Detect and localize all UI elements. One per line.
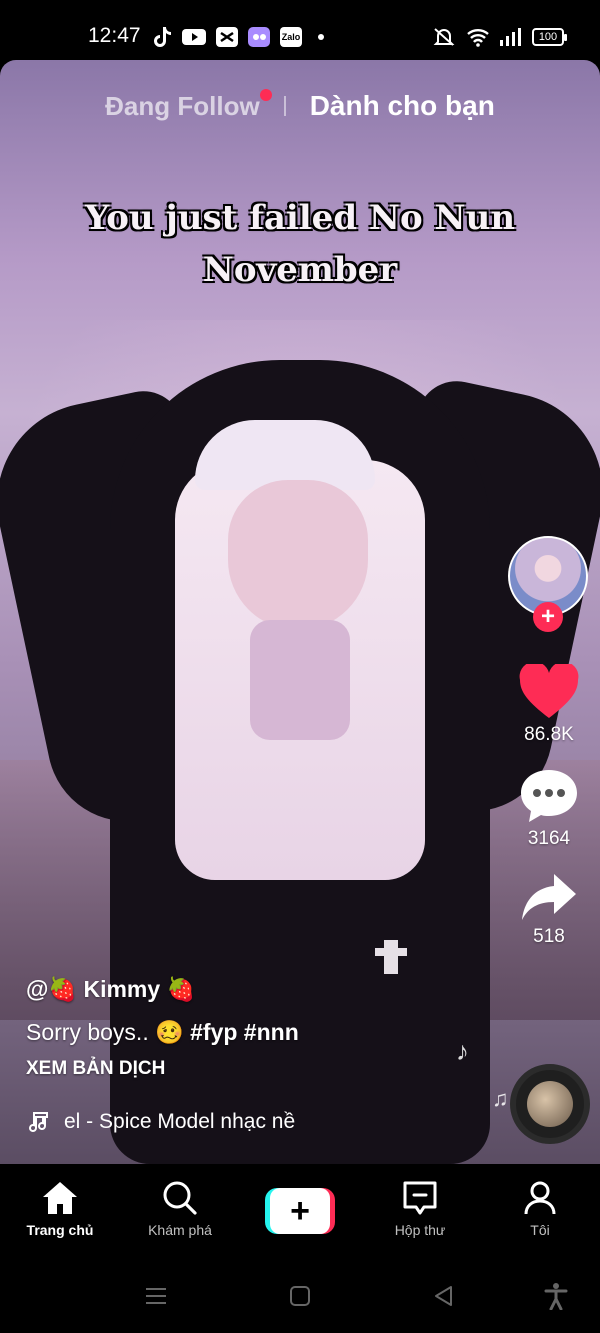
post-info: @🍓 Kimmy 🍓 Sorry boys.. 🥴 #fyp #nnn XEM …	[26, 976, 496, 1134]
messenger-icon	[248, 27, 270, 47]
notification-dot	[318, 34, 324, 40]
battery-indicator: 100	[532, 28, 567, 46]
system-nav-bar	[0, 1262, 600, 1333]
tab-for-you[interactable]: Dành cho bạn	[310, 90, 495, 122]
tiktok-icon	[154, 27, 171, 47]
nav-discover[interactable]: Khám phá	[120, 1164, 240, 1262]
music-info[interactable]: el - Spice Model nhạc nề	[26, 1110, 326, 1134]
heart-icon[interactable]	[518, 664, 580, 720]
tab-following-dot	[259, 88, 272, 101]
nav-inbox[interactable]: Hộp thư	[360, 1164, 480, 1262]
creator-username[interactable]: @🍓 Kimmy 🍓	[26, 976, 496, 1003]
status-app-icons: Zalo	[152, 26, 324, 48]
music-disc-cover	[527, 1081, 573, 1127]
action-column: + 86.8K 3164 518	[508, 536, 590, 970]
signal-icon	[500, 28, 521, 46]
post-hashtags[interactable]: #fyp #nnn	[190, 1019, 299, 1045]
share-count: 518	[533, 926, 565, 947]
share-button[interactable]: 518	[520, 872, 578, 948]
like-button[interactable]: 86.8K	[518, 664, 580, 746]
comment-button[interactable]: 3164	[519, 768, 579, 850]
plus-icon[interactable]: +	[270, 1188, 330, 1234]
tab-separator	[283, 96, 286, 116]
post-description-text: Sorry boys.. 🥴	[26, 1019, 191, 1045]
status-time: 12:47	[88, 24, 141, 47]
music-disc[interactable]	[510, 1064, 590, 1144]
follow-plus-icon[interactable]: +	[533, 602, 563, 632]
bottom-nav: Trang chủ Khám phá + Hộp thư Tôi	[0, 1164, 600, 1262]
nav-discover-label: Khám phá	[148, 1222, 212, 1238]
youtube-icon	[182, 29, 206, 45]
nav-profile[interactable]: Tôi	[480, 1164, 600, 1262]
video-caption-line: You just failed No Nun	[84, 198, 516, 238]
capcut-icon	[216, 27, 238, 47]
mute-bell-icon	[433, 28, 455, 46]
post-description: Sorry boys.. 🥴 #fyp #nnn	[26, 1019, 496, 1046]
cross-pendant	[375, 940, 407, 974]
music-title[interactable]: el - Spice Model nhạc nề	[64, 1110, 295, 1134]
tab-following[interactable]: Đang Follow	[105, 88, 272, 122]
share-icon[interactable]	[520, 872, 578, 922]
create-button[interactable]: +	[265, 1188, 335, 1234]
recent-apps-icon[interactable]	[144, 1284, 168, 1308]
video-caption: You just failed No Nun November	[0, 192, 600, 296]
floating-music-note-icon: ♫	[492, 1086, 509, 1111]
search-icon[interactable]	[162, 1180, 198, 1216]
video-caption-line: November	[202, 250, 398, 290]
translate-link[interactable]: XEM BẢN DỊCH	[26, 1058, 496, 1080]
creator-avatar-button[interactable]: +	[508, 536, 590, 632]
nav-create[interactable]: +	[240, 1164, 360, 1262]
nav-inbox-label: Hộp thư	[394, 1222, 446, 1238]
comment-count: 3164	[527, 828, 571, 849]
profile-icon[interactable]	[522, 1180, 558, 1216]
inbox-icon[interactable]	[402, 1180, 438, 1216]
back-button-icon[interactable]	[432, 1284, 456, 1308]
status-right-icons: 100	[432, 26, 567, 48]
nav-profile-label: Tôi	[530, 1222, 550, 1238]
status-bar: 12:47 Zalo 100	[0, 0, 600, 62]
music-note-icon	[29, 1112, 48, 1132]
zalo-icon: Zalo	[280, 27, 302, 47]
accessibility-icon[interactable]	[544, 1282, 568, 1310]
like-count: 86.8K	[524, 724, 574, 745]
tab-following-label: Đang Follow	[105, 90, 260, 121]
comment-icon[interactable]	[519, 768, 579, 824]
nav-home-label: Trang chủ	[26, 1222, 94, 1238]
home-button-icon[interactable]	[288, 1284, 312, 1308]
home-icon[interactable]	[41, 1180, 79, 1216]
video-figure-face	[228, 480, 368, 630]
wifi-icon	[467, 29, 489, 47]
nav-home[interactable]: Trang chủ	[0, 1164, 120, 1262]
floating-music-note-icon: ♪	[456, 1036, 469, 1066]
feed-tabs: Đang Follow Dành cho bạn	[0, 88, 600, 122]
video-figure-neck	[250, 620, 350, 740]
